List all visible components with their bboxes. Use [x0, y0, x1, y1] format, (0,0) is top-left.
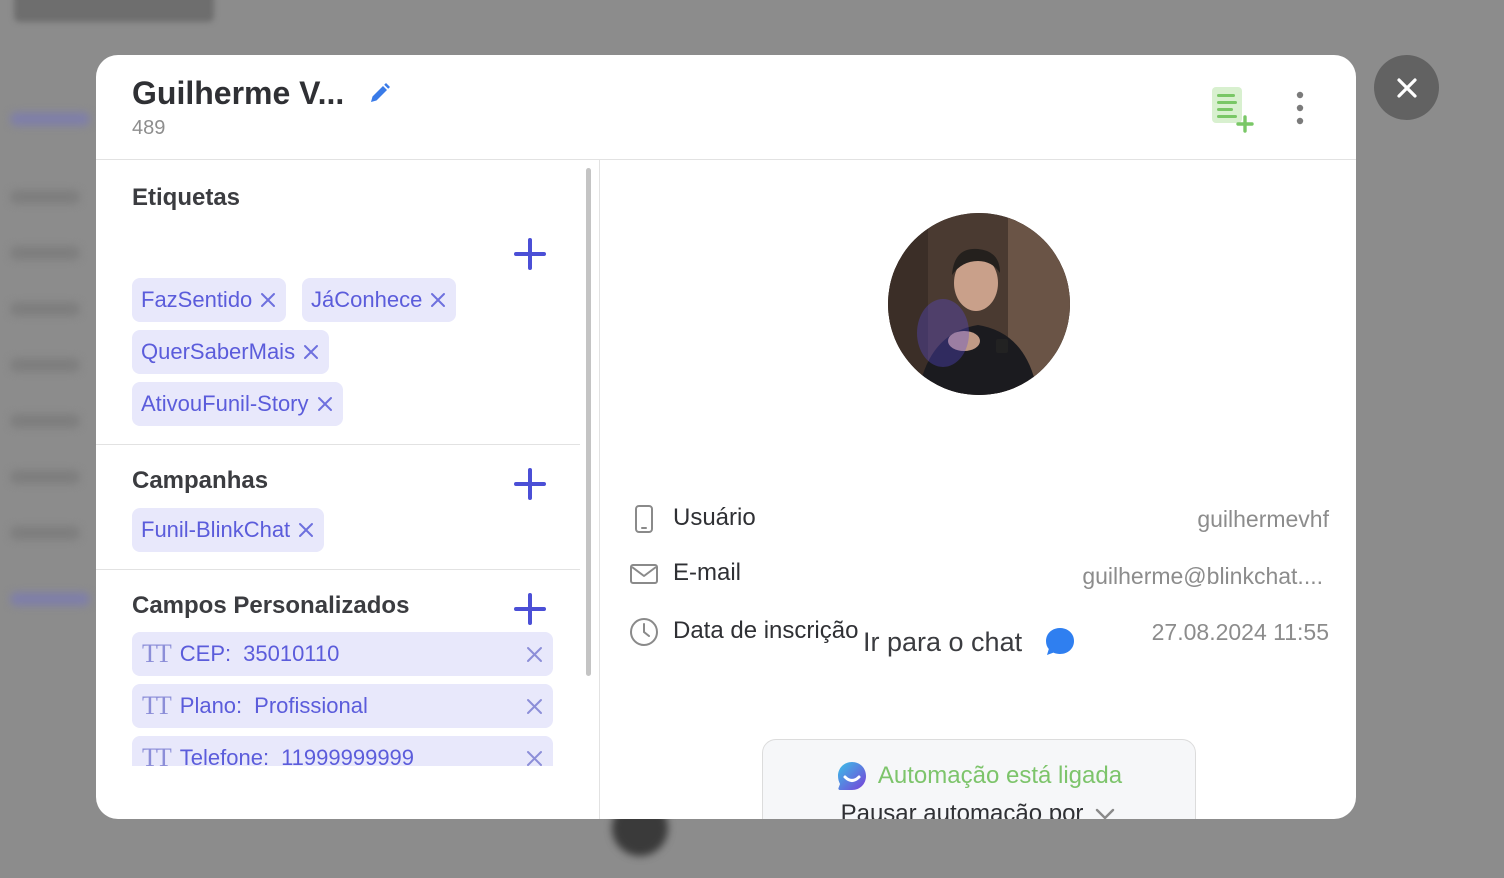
custom-field-name: CEP: — [179, 641, 232, 666]
campaign-label: Funil-BlinkChat — [141, 517, 291, 542]
mail-icon — [630, 564, 658, 584]
signup-date-value: 27.08.2024 11:55 — [1151, 619, 1329, 645]
go-to-chat-label: Ir para o chat — [863, 626, 1023, 657]
email-label: E-mail — [673, 559, 742, 586]
text-type-icon: TT — [142, 639, 172, 668]
automation-status-label: Automação está ligada — [877, 762, 1123, 789]
campaigns-section-title: Campanhas — [132, 467, 269, 494]
custom-field-value: Profissional — [254, 693, 368, 718]
x-icon[interactable] — [303, 344, 319, 360]
custom-field-name: Plano: — [179, 693, 243, 718]
x-icon[interactable] — [260, 292, 276, 308]
custom-field-item[interactable]: TT CEP: 35010110 — [132, 632, 553, 676]
left-panel-scrollbar[interactable] — [586, 168, 591, 676]
pause-automation-dropdown[interactable]: Pausar automação por — [763, 800, 1195, 819]
background-title — [14, 0, 214, 22]
modal-header: Guilherme V... 489 — [96, 55, 1356, 160]
campaign-chip: Funil-BlinkChat — [132, 508, 325, 552]
background-row — [10, 470, 80, 484]
custom-field-value: 11999999999 — [281, 745, 415, 766]
tag-label: AtivouFunil-Story — [141, 391, 309, 416]
text-type-icon: TT — [142, 743, 172, 766]
custom-field-item[interactable]: TT Plano: Profissional — [132, 684, 553, 728]
clock-icon — [630, 618, 658, 646]
custom-field-item[interactable]: TT Telefone: 11999999999 — [132, 736, 553, 766]
x-icon[interactable] — [298, 522, 314, 538]
contact-id: 489 — [132, 117, 166, 139]
background-row — [10, 190, 80, 204]
username-value: guilhermevhf — [1197, 506, 1329, 532]
add-note-icon[interactable] — [1210, 85, 1256, 133]
automation-box: Automação está ligada Pausar automação p… — [762, 739, 1196, 819]
custom-fields-list[interactable]: TT CEP: 35010110 TT Plano: Profissional … — [96, 632, 580, 766]
x-icon[interactable] — [526, 698, 543, 715]
custom-field-name: Telefone: — [179, 745, 270, 766]
background-row — [10, 246, 80, 260]
contact-modal: Guilherme V... 489 Etiquetas FazSentido … — [96, 55, 1356, 819]
tags-section-title: Etiquetas — [132, 184, 241, 211]
add-tag-button[interactable] — [514, 238, 546, 270]
background-row — [10, 358, 80, 372]
email-value: guilherme@blinkchat.... — [1082, 563, 1323, 589]
tag-chip: JáConhece — [302, 278, 457, 322]
automation-bot-icon — [837, 762, 866, 790]
x-icon[interactable] — [430, 292, 446, 308]
email-row: E-mail guilherme@blinkchat.... — [629, 557, 1329, 591]
pencil-icon[interactable] — [366, 81, 392, 107]
background-row — [10, 302, 80, 316]
custom-fields-section-title: Campos Personalizados — [132, 592, 410, 619]
left-panel: Etiquetas FazSentido JáConhece QuerSaber… — [96, 160, 600, 819]
tag-label: QuerSaberMais — [141, 339, 296, 364]
tag-chip: FazSentido — [132, 278, 287, 322]
x-icon[interactable] — [526, 646, 543, 663]
username-row: Usuário guilhermevhf — [629, 502, 1329, 536]
more-vertical-icon[interactable] — [1288, 89, 1312, 129]
close-icon — [1396, 77, 1417, 98]
smartphone-icon — [635, 505, 653, 533]
tag-chip: AtivouFunil-Story — [132, 382, 343, 426]
chevron-down-icon — [1096, 808, 1115, 819]
avatar-photo — [888, 213, 1070, 395]
text-type-icon: TT — [142, 691, 172, 720]
section-divider — [96, 444, 580, 445]
signup-date-label: Data de inscrição — [673, 617, 859, 644]
add-custom-field-button[interactable] — [514, 593, 546, 625]
add-campaign-button[interactable] — [514, 468, 546, 500]
close-modal-button[interactable] — [1374, 55, 1439, 120]
right-panel: Usuário guilhermevhf E-mail guilherme@bl… — [601, 160, 1356, 819]
contact-name: Guilherme V... — [132, 75, 345, 111]
section-divider — [96, 569, 580, 570]
x-icon[interactable] — [526, 750, 543, 766]
username-label: Usuário — [673, 504, 756, 531]
background-row — [10, 414, 80, 428]
x-icon[interactable] — [317, 396, 333, 412]
tag-chip: QuerSaberMais — [132, 330, 330, 374]
background-tab — [10, 112, 90, 126]
go-to-chat-link[interactable]: Ir para o chat — [863, 626, 1076, 658]
tag-label: FazSentido — [141, 287, 253, 312]
pause-automation-label: Pausar automação por — [840, 800, 1084, 819]
tag-label: JáConhece — [311, 287, 423, 312]
background-tab — [10, 592, 90, 606]
background-row — [10, 526, 80, 540]
avatar — [888, 213, 1070, 395]
chat-bubble-icon — [1046, 628, 1075, 655]
custom-field-value: 35010110 — [243, 641, 340, 666]
automation-status: Automação está ligada — [763, 760, 1195, 792]
